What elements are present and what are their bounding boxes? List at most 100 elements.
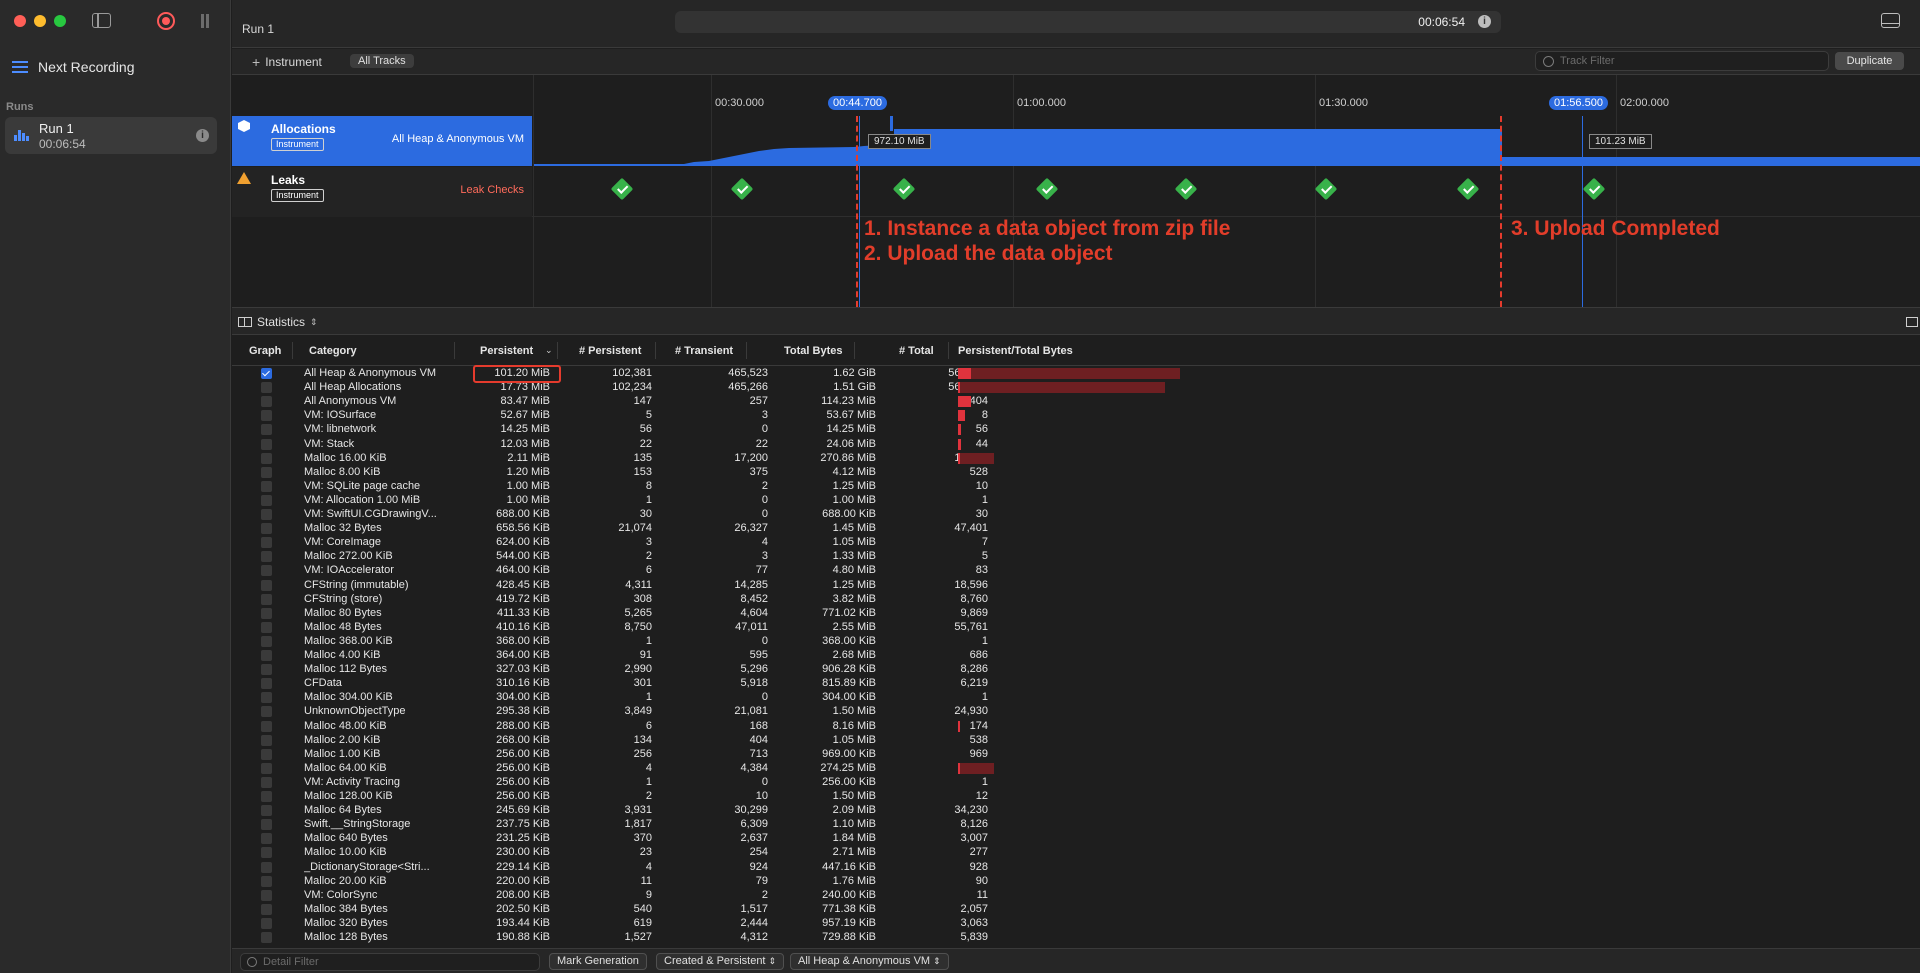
graph-checkbox[interactable] (261, 903, 272, 915)
table-row[interactable]: Malloc 272.00 KiB 544.00 KiB 2 3 1.33 MiB 5 (232, 549, 1920, 563)
column-header-category[interactable]: Category (309, 345, 357, 357)
column-header-num-persistent[interactable]: # Persistent (579, 345, 641, 357)
timeline[interactable]: 00:30.000 01:00.000 01:30.000 02:00.000 … (232, 75, 1920, 307)
table-row[interactable]: Swift.__StringStorage 237.75 KiB 1,817 6,30… (232, 817, 1920, 831)
leak-check-icon[interactable] (610, 177, 634, 201)
graph-checkbox[interactable] (261, 819, 272, 831)
graph-checkbox[interactable] (261, 706, 272, 718)
table-row[interactable]: All Anonymous VM 83.47 MiB 147 257 114.23 Mi… (232, 394, 1920, 408)
table-row[interactable]: _DictionaryStorage<Stri... 229.14 KiB 4 924… (232, 860, 1920, 874)
table-row[interactable]: Malloc 4.00 KiB 364.00 KiB 91 595 2.68 MiB 68… (232, 648, 1920, 662)
info-icon[interactable]: i (1478, 15, 1491, 28)
table-row[interactable]: Malloc 64.00 KiB 256.00 KiB 4 4,384 274.25 M… (232, 761, 1920, 775)
leak-check-icon[interactable] (1456, 177, 1480, 201)
leak-check-icon[interactable] (730, 177, 754, 201)
zoom-window-button[interactable] (54, 15, 66, 27)
graph-checkbox[interactable] (261, 734, 272, 746)
table-row[interactable]: Malloc 80 Bytes 411.33 KiB 5,265 4,604 771.0… (232, 606, 1920, 620)
detail-filter-field[interactable] (240, 953, 540, 971)
table-row[interactable]: Malloc 128.00 KiB 256.00 KiB 2 10 1.50 MiB 12 (232, 789, 1920, 803)
graph-checkbox[interactable] (261, 551, 272, 563)
table-row[interactable]: VM: CoreImage 624.00 KiB 3 4 1.05 MiB 7 (232, 535, 1920, 549)
graph-checkbox[interactable] (261, 664, 272, 676)
table-row[interactable]: Malloc 16.00 KiB 2.11 MiB 135 17,200 270.86 … (232, 451, 1920, 465)
table-row[interactable]: Malloc 32 Bytes 658.56 KiB 21,074 26,327 1.4… (232, 521, 1920, 535)
column-header-persistent[interactable]: Persistent (480, 345, 533, 357)
table-row[interactable]: Malloc 640 Bytes 231.25 KiB 370 2,637 1.84 M… (232, 831, 1920, 845)
graph-checkbox[interactable] (261, 480, 272, 492)
table-row[interactable]: VM: SQLite page cache 1.00 MiB 8 2 1.25 MiB 1… (232, 479, 1920, 493)
table-row[interactable]: Malloc 20.00 KiB 220.00 KiB 11 79 1.76 MiB 90 (232, 874, 1920, 888)
next-recording-item[interactable]: Next Recording (12, 57, 135, 77)
detail-filter-input[interactable] (261, 955, 531, 969)
table-row[interactable]: Malloc 384 Bytes 202.50 KiB 540 1,517 771.38… (232, 902, 1920, 916)
column-header-num-transient[interactable]: # Transient (675, 345, 733, 357)
lifespan-popup[interactable]: Created & Persistent ⇕ (656, 953, 785, 970)
column-header-num-total[interactable]: # Total (899, 345, 934, 357)
leak-check-icon[interactable] (1174, 177, 1198, 201)
allocations-track-header[interactable]: Allocations Instrument All Heap & Anonym… (232, 116, 532, 166)
table-row[interactable]: VM: IOSurface 52.67 MiB 5 3 53.67 MiB 8 (232, 408, 1920, 422)
mark-generation-button[interactable]: Mark Generation (549, 953, 647, 970)
allocations-track[interactable]: Allocations Instrument All Heap & Anonym… (232, 116, 1920, 166)
table-row[interactable]: Malloc 112 Bytes 327.03 KiB 2,990 5,296 906.… (232, 662, 1920, 676)
inspector-toggle-icon[interactable] (1906, 317, 1918, 327)
table-row[interactable]: Malloc 48.00 KiB 288.00 KiB 6 168 8.16 MiB 17… (232, 719, 1920, 733)
graph-checkbox[interactable] (261, 861, 272, 873)
table-row[interactable]: UnknownObjectType 295.38 KiB 3,849 21,081 1.… (232, 704, 1920, 718)
graph-checkbox[interactable] (261, 932, 272, 943)
graph-checkbox[interactable] (261, 509, 272, 520)
graph-checkbox[interactable] (261, 692, 272, 704)
all-tracks-button[interactable]: All Tracks (350, 54, 414, 68)
graph-checkbox[interactable] (261, 494, 272, 506)
table-row[interactable]: Malloc 1.00 KiB 256.00 KiB 256 713 969.00 Ki… (232, 747, 1920, 761)
leak-check-icon[interactable] (1035, 177, 1059, 201)
column-header-total-bytes[interactable]: Total Bytes (784, 345, 842, 357)
table-row[interactable]: Malloc 2.00 KiB 268.00 KiB 134 404 1.05 MiB 5… (232, 733, 1920, 747)
pause-button[interactable] (199, 14, 211, 28)
graph-checkbox[interactable] (261, 776, 272, 788)
graph-checkbox[interactable] (261, 537, 272, 549)
table-row[interactable]: VM: libnetwork 14.25 MiB 56 0 14.25 MiB 56 (232, 422, 1920, 436)
table-row[interactable]: VM: SwiftUI.CGDrawingV... 688.00 KiB 30 0 68… (232, 507, 1920, 521)
graph-checkbox[interactable] (261, 452, 272, 464)
table-row[interactable]: VM: Allocation 1.00 MiB 1.00 MiB 1 0 1.00 Mi… (232, 493, 1920, 507)
table-row[interactable]: VM: IOAccelerator 464.00 KiB 6 77 4.80 MiB 83 (232, 563, 1920, 577)
graph-checkbox[interactable] (261, 875, 272, 887)
table-row[interactable]: VM: Stack 12.03 MiB 22 22 24.06 MiB 44 (232, 437, 1920, 451)
graph-checkbox[interactable] (261, 805, 272, 817)
close-window-button[interactable] (14, 15, 26, 27)
track-filter-field[interactable] (1535, 51, 1829, 71)
graph-checkbox[interactable] (261, 748, 272, 760)
column-header-graph[interactable]: Graph (249, 345, 281, 357)
graph-checkbox[interactable] (261, 650, 272, 661)
table-row[interactable]: CFString (immutable) 428.45 KiB 4,311 14,28… (232, 578, 1920, 592)
time-marker-start[interactable]: 00:44.700 (828, 96, 887, 110)
table-row[interactable]: Malloc 10.00 KiB 230.00 KiB 23 254 2.71 MiB 2… (232, 845, 1920, 859)
graph-checkbox[interactable] (261, 791, 272, 802)
graph-checkbox[interactable] (261, 565, 272, 577)
graph-checkbox[interactable] (261, 396, 272, 408)
table-row[interactable]: VM: ColorSync 208.00 KiB 9 2 240.00 KiB 11 (232, 888, 1920, 902)
table-row[interactable]: VM: Activity Tracing 256.00 KiB 1 0 256.00 K… (232, 775, 1920, 789)
add-instrument-button[interactable]: + Instrument (252, 54, 322, 70)
record-button[interactable] (157, 12, 175, 30)
column-header-ratio[interactable]: Persistent/Total Bytes (958, 345, 1073, 357)
graph-checkbox[interactable] (261, 438, 272, 450)
bottom-panel-toggle-icon[interactable] (1881, 13, 1900, 28)
graph-checkbox[interactable] (261, 410, 272, 422)
graph-checkbox[interactable] (261, 720, 272, 732)
table-row[interactable]: Malloc 128 Bytes 190.88 KiB 1,527 4,312 729.… (232, 930, 1920, 944)
table-row[interactable]: Malloc 8.00 KiB 1.20 MiB 153 375 4.12 MiB 528 (232, 465, 1920, 479)
graph-checkbox[interactable] (261, 678, 272, 690)
leaks-track[interactable]: Leaks Instrument Leak Checks (232, 167, 1920, 217)
graph-checkbox[interactable] (261, 607, 272, 619)
graph-checkbox[interactable] (261, 833, 272, 845)
graph-checkbox[interactable] (261, 368, 272, 379)
duplicate-button[interactable]: Duplicate (1835, 52, 1904, 70)
time-marker-end[interactable]: 01:56.500 (1549, 96, 1608, 110)
table-row[interactable]: Malloc 368.00 KiB 368.00 KiB 1 0 368.00 KiB 1 (232, 634, 1920, 648)
table-row[interactable]: Malloc 320 Bytes 193.44 KiB 619 2,444 957.19… (232, 916, 1920, 930)
info-icon[interactable]: i (196, 129, 209, 142)
graph-checkbox[interactable] (261, 762, 272, 774)
